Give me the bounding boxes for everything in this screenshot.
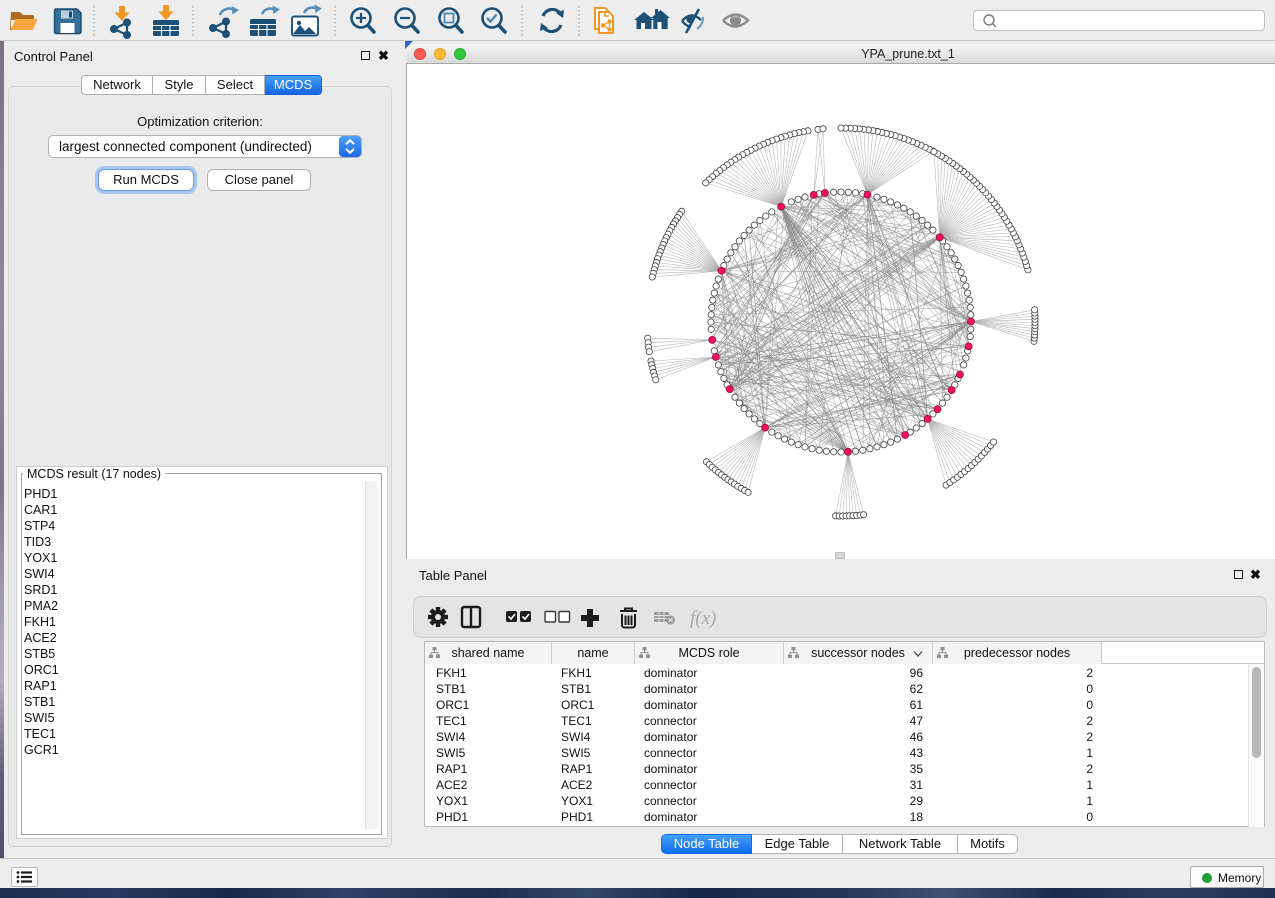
svg-text:f(x): f(x) — [690, 608, 716, 629]
